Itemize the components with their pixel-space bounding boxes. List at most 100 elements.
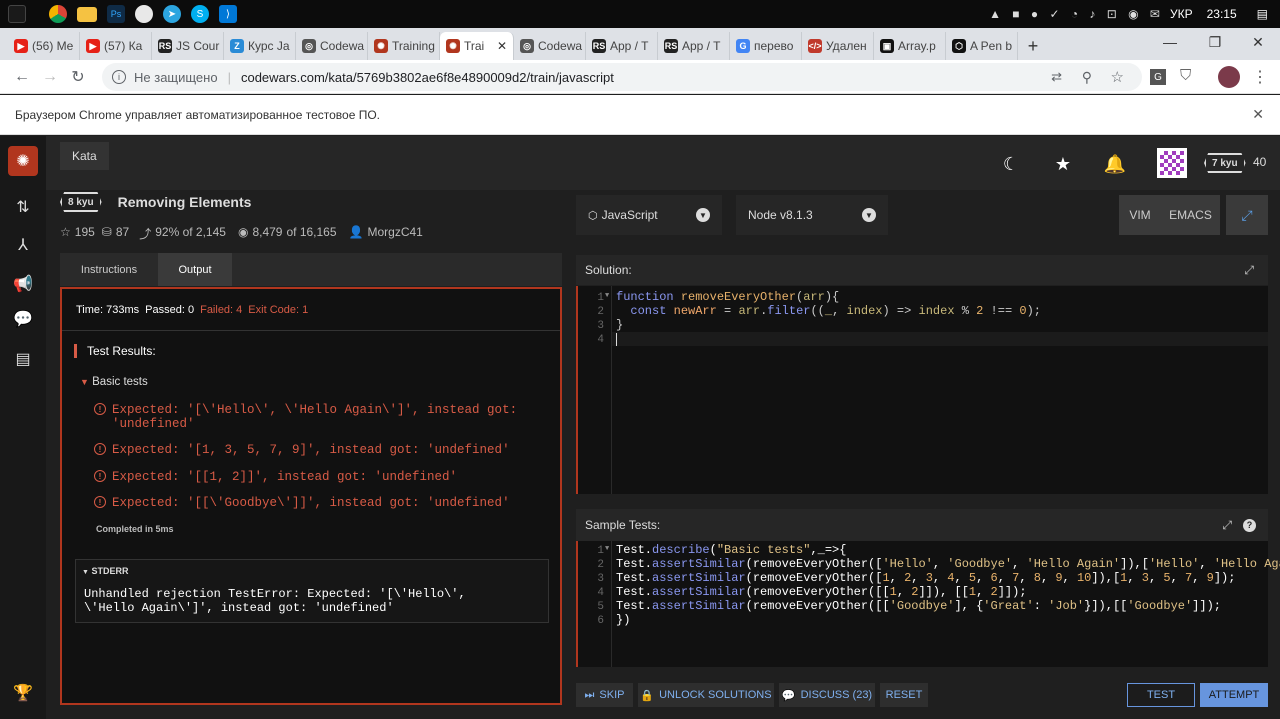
- browser-tab[interactable]: RS JS Cour: [152, 32, 224, 60]
- zoom-icon[interactable]: ⚲: [1082, 69, 1092, 86]
- back-button[interactable]: ←: [8, 63, 36, 91]
- reload-button[interactable]: ↻: [64, 63, 92, 91]
- telegram-taskbar-icon[interactable]: ➤: [163, 5, 181, 23]
- test-label: TEST: [1146, 689, 1176, 701]
- codewars-logo-icon[interactable]: ✺: [8, 146, 38, 176]
- chat-icon[interactable]: 💬: [12, 308, 34, 330]
- discuss-label: DISCUSS (23): [800, 689, 873, 701]
- minimize-button[interactable]: —: [1150, 28, 1190, 56]
- windows-start-icon[interactable]: [8, 5, 26, 23]
- completed-count: 8,479: [252, 225, 283, 239]
- language-indicator[interactable]: УКР: [1170, 7, 1193, 21]
- extension-shield-icon[interactable]: ⛉: [1180, 67, 1191, 84]
- emacs-mode-button[interactable]: EMACS: [1161, 195, 1220, 235]
- close-tab-icon[interactable]: ✕: [497, 39, 507, 53]
- announce-icon[interactable]: 📢: [12, 273, 34, 295]
- exit-code: Exit Code: 1: [248, 303, 309, 316]
- code-line: function removeEveryOther(arr){: [616, 290, 840, 304]
- browser-tab[interactable]: ⬡ A Pen b: [946, 32, 1018, 60]
- attempt-button[interactable]: ATTEMPT: [1200, 683, 1268, 707]
- infobar-close-icon[interactable]: ✕: [1252, 106, 1264, 123]
- browser-tab[interactable]: Z Курс Ja: [224, 32, 296, 60]
- browser-tab[interactable]: ◎ Codewa: [514, 32, 586, 60]
- vim-mode-button[interactable]: VIM: [1119, 195, 1161, 235]
- browser-tab[interactable]: ▶ (57) Ка: [80, 32, 152, 60]
- practice-icon[interactable]: ⅄: [12, 234, 34, 256]
- training-icon[interactable]: ⇅: [12, 196, 34, 218]
- browser-tab[interactable]: ✺ Trai ✕: [440, 32, 514, 60]
- browser-tab-bar: ▶ (56) Me ▶ (57) Ка RS JS Cour Z Курс Ja ◎ Codewa…: [0, 28, 1280, 60]
- moon-icon[interactable]: ☾: [1000, 153, 1022, 175]
- user-rank-badge[interactable]: 7 kyu: [1204, 153, 1246, 173]
- skype-taskbar-icon[interactable]: S: [191, 5, 209, 23]
- obs-taskbar-icon[interactable]: [135, 5, 153, 23]
- stderr-header[interactable]: ▼ STDERR: [82, 566, 128, 576]
- info-icon[interactable]: i: [112, 70, 126, 84]
- tray-icons[interactable]: ▲ ■ ● ✓ ◔ ♪ ⊡ ◉ ✉: [989, 7, 1164, 21]
- reset-button[interactable]: RESET: [880, 683, 928, 707]
- attempt-label: ATTEMPT: [1208, 689, 1260, 701]
- omnibox[interactable]: i Не защищено | codewars.com/kata/5769b3…: [102, 63, 1142, 91]
- browser-tab[interactable]: RS App / T: [586, 32, 658, 60]
- maximize-button[interactable]: ❐: [1195, 28, 1235, 56]
- browser-tab-label: Trai: [464, 39, 485, 53]
- clock[interactable]: 23:15: [1207, 7, 1237, 21]
- browser-tab[interactable]: </> Удален: [802, 32, 874, 60]
- browser-tab[interactable]: ◎ Codewa: [296, 32, 368, 60]
- profile-avatar[interactable]: [1218, 66, 1240, 88]
- trophy-icon[interactable]: 🏆: [12, 682, 34, 704]
- chrome-menu-icon[interactable]: ⋮: [1252, 67, 1268, 87]
- browser-tab[interactable]: ▣ Array.p: [874, 32, 946, 60]
- folder-taskbar-icon[interactable]: [77, 6, 97, 22]
- test-button[interactable]: TEST: [1127, 683, 1195, 707]
- rank-kyu: 7 kyu: [1204, 153, 1246, 173]
- test-group-toggle[interactable]: ▼ Basic tests: [80, 376, 148, 388]
- expand-icon[interactable]: ⤢: [1244, 263, 1254, 278]
- line-number: 4: [597, 587, 604, 599]
- kata-nav-link[interactable]: Kata: [60, 142, 109, 170]
- new-tab-button[interactable]: +: [1018, 32, 1048, 60]
- url-text[interactable]: codewars.com/kata/5769b3802ae6f8e4890009…: [241, 70, 614, 85]
- language-select[interactable]: ⬡ JavaScript ▼: [576, 195, 722, 235]
- author-name[interactable]: MorgzC41: [367, 225, 422, 242]
- security-label: Не защищено: [134, 69, 218, 85]
- browser-tab[interactable]: ▶ (56) Me: [8, 32, 80, 60]
- test-results-heading: Test Results:: [74, 344, 156, 358]
- bookmark-star-icon[interactable]: ☆: [1111, 68, 1124, 86]
- tab-instructions[interactable]: Instructions: [60, 253, 158, 286]
- fold-arrow-icon[interactable]: ▼: [605, 292, 609, 300]
- output-summary: Time: 733ms Passed: 0 Failed: 4 Exit Cod…: [62, 289, 560, 331]
- sample-tests-editor[interactable]: 1 2 3 4 5 6 ▼ Test.describe("Basic tests…: [576, 541, 1280, 667]
- bell-icon[interactable]: 🔔: [1104, 153, 1126, 175]
- notifications-icon[interactable]: ▤: [1257, 7, 1268, 21]
- solution-editor[interactable]: 1 2 3 4 ▼ function removeEveryOther(arr)…: [576, 286, 1268, 494]
- translate-icon[interactable]: ⇄: [1051, 69, 1062, 85]
- browser-tab-label: Codewa: [320, 39, 365, 53]
- code-line: Test.describe("Basic tests",_=>{: [616, 543, 847, 557]
- fullscreen-icon[interactable]: ⤢: [1226, 195, 1268, 235]
- discuss-button[interactable]: 💬 DISCUSS (23): [779, 683, 875, 707]
- failed-count: Failed: 4: [200, 303, 243, 316]
- vscode-taskbar-icon[interactable]: ⟩: [219, 5, 237, 23]
- user-avatar[interactable]: [1157, 148, 1187, 178]
- chrome-taskbar-icon[interactable]: [49, 5, 67, 23]
- browser-tab[interactable]: ✺ Training: [368, 32, 440, 60]
- forward-button[interactable]: →: [36, 63, 64, 91]
- photoshop-taskbar-icon[interactable]: Ps: [107, 5, 125, 23]
- unlock-solutions-button[interactable]: 🔒 UNLOCK SOLUTIONS: [638, 683, 774, 707]
- author-icon: 👤: [348, 225, 364, 239]
- browser-tab[interactable]: RS App / T: [658, 32, 730, 60]
- expand-icon[interactable]: ⤢: [1222, 518, 1232, 533]
- skip-button[interactable]: ⏭ SKIP: [576, 683, 633, 707]
- tab-output[interactable]: Output: [158, 253, 232, 286]
- close-window-button[interactable]: ✕: [1238, 28, 1278, 56]
- node-version-select[interactable]: Node v8.1.3 ▼: [736, 195, 888, 235]
- windows-taskbar: Ps ➤ S ⟩ ▲ ■ ● ✓ ◔ ♪ ⊡ ◉ ✉ УКР 23:15 ▤: [0, 0, 1280, 28]
- docs-icon[interactable]: ▤: [12, 348, 34, 370]
- browser-tab[interactable]: Gперево: [730, 32, 802, 60]
- star-icon[interactable]: ☆: [60, 225, 71, 242]
- fold-arrow-icon[interactable]: ▼: [605, 545, 609, 553]
- extension-g-icon[interactable]: G: [1150, 69, 1166, 85]
- help-icon[interactable]: ?: [1243, 518, 1256, 532]
- bookmark-icon[interactable]: ★: [1052, 153, 1074, 175]
